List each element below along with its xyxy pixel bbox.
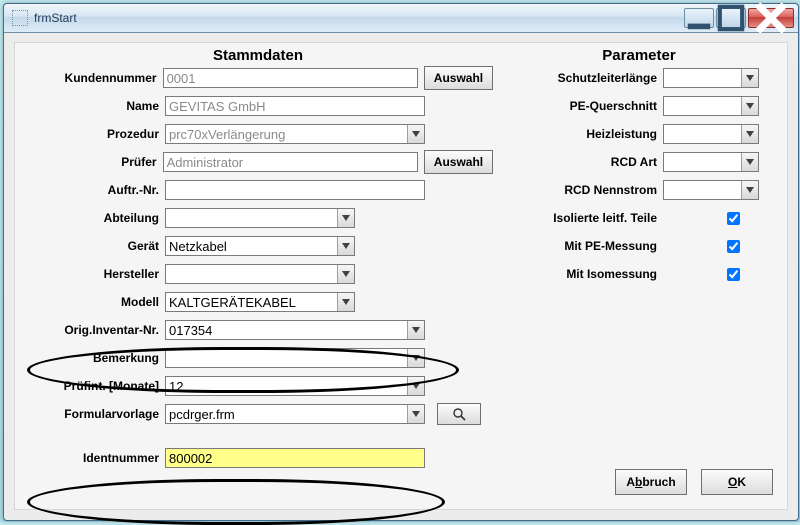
chevron-down-icon[interactable] xyxy=(741,97,758,115)
kundennummer-field[interactable] xyxy=(163,68,418,88)
annotation-ellipse xyxy=(27,479,445,525)
formular-browse-button[interactable] xyxy=(437,403,481,425)
mitiso-label: Mit Isomessung xyxy=(499,267,663,281)
close-button[interactable] xyxy=(748,8,794,28)
footer-buttons: Abbruch OK xyxy=(615,469,773,495)
chevron-down-icon[interactable] xyxy=(741,181,758,199)
formular-value[interactable] xyxy=(165,404,425,424)
mitpe-checkbox[interactable] xyxy=(727,240,740,253)
geraet-value[interactable] xyxy=(165,236,355,256)
prozedur-value[interactable] xyxy=(165,124,425,144)
originv-combo[interactable] xyxy=(165,320,425,340)
window-title: frmStart xyxy=(34,11,684,25)
abteilung-label: Abteilung xyxy=(23,211,165,225)
isolierte-label: Isolierte leitf. Teile xyxy=(499,211,663,225)
originv-label: Orig.Inventar-Nr. xyxy=(23,323,165,337)
auftrnr-field[interactable] xyxy=(165,180,425,200)
ok-button[interactable]: OK xyxy=(701,469,773,495)
parameter-panel: Parameter Schutzleiterlänge PE-Querschni… xyxy=(499,47,779,288)
bemerkung-combo[interactable] xyxy=(165,348,425,368)
window-controls xyxy=(684,8,794,28)
chevron-down-icon[interactable] xyxy=(407,349,424,367)
mitpe-label: Mit PE-Messung xyxy=(499,239,663,253)
pruefer-label: Prüfer xyxy=(23,155,163,169)
mitiso-checkbox[interactable] xyxy=(727,268,740,281)
modell-combo[interactable] xyxy=(165,292,355,312)
chevron-down-icon[interactable] xyxy=(741,153,758,171)
pequerschnitt-combo[interactable] xyxy=(663,96,759,116)
originv-value[interactable] xyxy=(165,320,425,340)
rcdart-combo[interactable] xyxy=(663,152,759,172)
pruefer-field[interactable] xyxy=(163,152,418,172)
isolierte-checkbox[interactable] xyxy=(727,212,740,225)
auftrnr-label: Auftr.-Nr. xyxy=(23,183,165,197)
name-field[interactable] xyxy=(165,96,425,116)
modell-label: Modell xyxy=(23,295,165,309)
pruefint-combo[interactable] xyxy=(165,376,425,396)
search-icon xyxy=(452,407,466,421)
stammdaten-panel: Stammdaten Kundennummer Auswahl Name Pro… xyxy=(23,47,493,472)
ident-field[interactable] xyxy=(165,448,425,468)
chevron-down-icon[interactable] xyxy=(337,209,354,227)
pequerschnitt-label: PE-Querschnitt xyxy=(499,99,663,113)
geraet-combo[interactable] xyxy=(165,236,355,256)
parameter-heading: Parameter xyxy=(499,47,779,64)
hersteller-value[interactable] xyxy=(165,264,355,284)
minimize-button[interactable] xyxy=(684,8,714,28)
heizleistung-combo[interactable] xyxy=(663,124,759,144)
chevron-down-icon[interactable] xyxy=(337,237,354,255)
kundennummer-auswahl-button[interactable]: Auswahl xyxy=(424,66,493,90)
hersteller-label: Hersteller xyxy=(23,267,165,281)
prozedur-combo[interactable] xyxy=(165,124,425,144)
rcdnennstrom-combo[interactable] xyxy=(663,180,759,200)
prozedur-label: Prozedur xyxy=(23,127,165,141)
chevron-down-icon[interactable] xyxy=(741,69,758,87)
formular-label: Formularvorlage xyxy=(23,407,165,421)
ident-label: Identnummer xyxy=(23,451,165,465)
maximize-button[interactable] xyxy=(716,8,746,28)
bemerkung-value[interactable] xyxy=(165,348,425,368)
hersteller-combo[interactable] xyxy=(165,264,355,284)
chevron-down-icon[interactable] xyxy=(337,293,354,311)
stammdaten-heading: Stammdaten xyxy=(23,47,493,64)
chevron-down-icon[interactable] xyxy=(741,125,758,143)
pruefint-label: Prüfint. [Monate] xyxy=(23,379,165,393)
schutzleiter-combo[interactable] xyxy=(663,68,759,88)
abteilung-value[interactable] xyxy=(165,208,355,228)
app-icon xyxy=(12,10,28,26)
kundennummer-label: Kundennummer xyxy=(23,71,163,85)
chevron-down-icon[interactable] xyxy=(407,125,424,143)
client-area: Stammdaten Kundennummer Auswahl Name Pro… xyxy=(14,42,788,510)
chevron-down-icon[interactable] xyxy=(337,265,354,283)
name-label: Name xyxy=(23,99,165,113)
pruefer-auswahl-button[interactable]: Auswahl xyxy=(424,150,493,174)
application-window: frmStart Stammdaten Kundennummer Auswahl… xyxy=(3,3,799,521)
chevron-down-icon[interactable] xyxy=(407,405,424,423)
pruefint-value[interactable] xyxy=(165,376,425,396)
titlebar[interactable]: frmStart xyxy=(4,4,798,33)
rcdart-label: RCD Art xyxy=(499,155,663,169)
abbruch-button[interactable]: Abbruch xyxy=(615,469,687,495)
rcdnennstrom-label: RCD Nennstrom xyxy=(499,183,663,197)
geraet-label: Gerät xyxy=(23,239,165,253)
chevron-down-icon[interactable] xyxy=(407,321,424,339)
formular-combo[interactable] xyxy=(165,404,425,424)
bemerkung-label: Bemerkung xyxy=(23,351,165,365)
heizleistung-label: Heizleistung xyxy=(499,127,663,141)
chevron-down-icon[interactable] xyxy=(407,377,424,395)
modell-value[interactable] xyxy=(165,292,355,312)
abteilung-combo[interactable] xyxy=(165,208,355,228)
schutzleiter-label: Schutzleiterlänge xyxy=(499,71,663,85)
